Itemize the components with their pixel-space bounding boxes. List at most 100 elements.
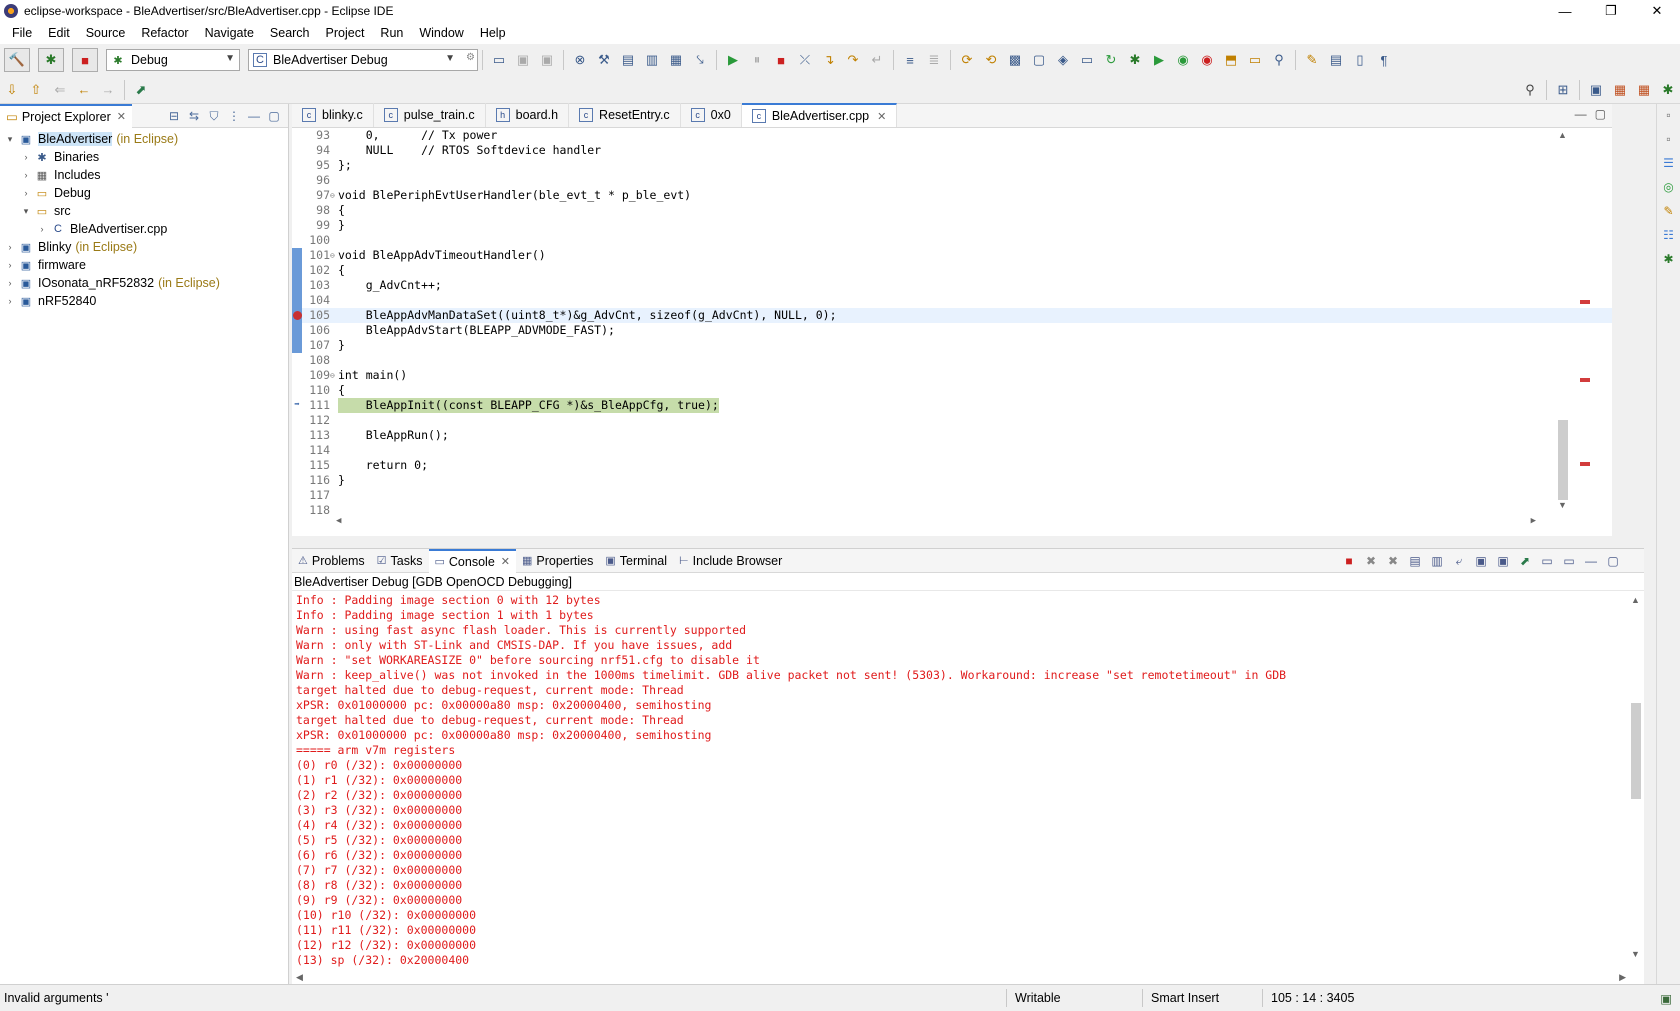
pin-editor-icon[interactable]: ⬈ <box>131 80 151 100</box>
build-target-icon[interactable]: ⚒ <box>594 50 614 70</box>
display-console-icon[interactable]: ▭ <box>1536 551 1558 571</box>
tree-item[interactable]: ▾ ▭ src <box>0 202 288 220</box>
maximize-view-icon[interactable]: ▢ <box>1595 107 1606 121</box>
terminate-icon[interactable]: ■ <box>771 50 791 70</box>
editor-tab[interactable]: c BleAdvertiser.cpp ✕ <box>741 103 898 127</box>
stop-icon[interactable]: ■ <box>72 48 98 72</box>
console-tab-tasks[interactable]: ☑ Tasks <box>371 549 429 573</box>
console-icon[interactable]: ▥ <box>642 50 662 70</box>
collapsed-chevron-icon[interactable]: › <box>20 188 32 198</box>
editor-tab[interactable]: c 0x0 <box>681 103 742 127</box>
suspend-icon[interactable]: ⏸ <box>747 50 767 70</box>
external-tools-icon[interactable]: ◉ <box>1197 50 1217 70</box>
minimize-view-icon[interactable]: — <box>1580 551 1602 571</box>
collapsed-chevron-icon[interactable]: › <box>4 242 16 252</box>
collapsed-chevron-icon[interactable]: › <box>36 224 48 234</box>
disconnect-icon[interactable]: ⤫ <box>795 50 815 70</box>
new-project-icon[interactable]: ▢ <box>1029 50 1049 70</box>
pilcrow-icon[interactable]: ¶ <box>1374 50 1394 70</box>
maximize-view-icon[interactable]: ▢ <box>1602 551 1624 571</box>
debug-perspective-icon[interactable]: ✱ <box>1658 80 1678 100</box>
error-marker[interactable] <box>1580 378 1590 382</box>
step-over-icon[interactable]: ↷ <box>843 50 863 70</box>
launch-configuration-combo[interactable]: C BleAdvertiser Debug ▼ ⚙ <box>248 49 478 71</box>
fold-icon[interactable]: ⊖ <box>330 248 338 263</box>
scroll-right-icon[interactable]: ▶ <box>1619 972 1626 984</box>
editor-tab[interactable]: c ResetEntry.c <box>569 103 681 127</box>
mark-occurrences-icon[interactable]: ✎ <box>1302 50 1322 70</box>
collapsed-chevron-icon[interactable]: › <box>4 278 16 288</box>
fold-icon[interactable]: ⊖ <box>330 368 338 383</box>
debug-run-icon[interactable]: ✱ <box>1125 50 1145 70</box>
scroll-left-icon[interactable]: ◀ <box>336 516 341 528</box>
expanded-chevron-icon[interactable]: ▾ <box>20 206 32 217</box>
memory-icon[interactable]: ▦ <box>666 50 686 70</box>
show-whitespace-icon[interactable]: ▯ <box>1350 50 1370 70</box>
error-marker[interactable] <box>1580 462 1590 466</box>
run-icon[interactable]: ▶ <box>1149 50 1169 70</box>
back-icon[interactable]: ← <box>74 80 94 100</box>
refresh-icon[interactable]: ⟳ <box>957 50 977 70</box>
terminate-icon[interactable]: ■ <box>1338 551 1360 571</box>
maximize-button[interactable]: ❐ <box>1588 0 1634 22</box>
search-icon[interactable]: ⚲ <box>1269 50 1289 70</box>
connect-icon[interactable]: ⊗ <box>570 50 590 70</box>
resume-icon[interactable]: ▶ <box>723 50 743 70</box>
collapsed-chevron-icon[interactable]: › <box>20 152 32 162</box>
show-stdout-icon[interactable]: ▣ <box>1470 551 1492 571</box>
menu-run[interactable]: Run <box>372 26 411 40</box>
close-icon[interactable]: ✕ <box>877 110 886 123</box>
outline-icon[interactable]: ☰ <box>1659 156 1679 176</box>
scrollbar-thumb[interactable] <box>1558 420 1568 500</box>
restore-icon[interactable]: ▫ <box>1659 132 1679 152</box>
tree-item[interactable]: › ▣ nRF52840 <box>0 292 288 310</box>
instruction-stepping-icon[interactable]: ≡ <box>900 50 920 70</box>
menu-navigate[interactable]: Navigate <box>197 26 262 40</box>
console-vertical-scrollbar[interactable]: ▲ ▼ <box>1628 593 1644 973</box>
minimize-view-icon[interactable]: — <box>244 106 264 126</box>
pin-console-icon[interactable]: ⬈ <box>1514 551 1536 571</box>
save-all-icon[interactable]: ▣ <box>537 50 557 70</box>
scroll-up-icon[interactable]: ▲ <box>1631 595 1640 605</box>
new-class-icon[interactable]: ◈ <box>1053 50 1073 70</box>
registers-icon[interactable]: ☷ <box>1659 228 1679 248</box>
collapsed-chevron-icon[interactable]: › <box>4 296 16 306</box>
minimize-view-icon[interactable]: — <box>1575 107 1587 121</box>
open-console-icon[interactable]: ▭ <box>1558 551 1580 571</box>
console-tab-terminal[interactable]: ▣ Terminal <box>599 549 673 573</box>
step-into-icon[interactable]: ↴ <box>819 50 839 70</box>
open-type-icon[interactable]: ⬒ <box>1221 50 1241 70</box>
menu-window[interactable]: Window <box>411 26 471 40</box>
editor-tab[interactable]: c pulse_train.c <box>374 103 486 127</box>
show-stderr-icon[interactable]: ▣ <box>1492 551 1514 571</box>
console-tab-problems[interactable]: ⚠ Problems <box>292 549 371 573</box>
collapse-all-icon[interactable]: ⊟ <box>164 106 184 126</box>
scroll-left-icon[interactable]: ◀ <box>296 972 303 984</box>
code-editor[interactable]: 93 0, // Tx power 94 NULL // RTOS Softdev… <box>292 128 1612 528</box>
clear-console-icon[interactable]: ▤ <box>1404 551 1426 571</box>
tree-item[interactable]: › ▣ Blinky (in Eclipse) <box>0 238 288 256</box>
skip-breakpoints-icon[interactable]: ⤥ <box>690 50 710 70</box>
target-icon[interactable]: ◎ <box>1659 180 1679 200</box>
open-perspective-icon[interactable]: ⊞ <box>1553 80 1573 100</box>
menu-search[interactable]: Search <box>262 26 318 40</box>
scrollbar-thumb[interactable] <box>1631 703 1641 799</box>
debug-bug-icon[interactable]: ✱ <box>38 48 64 72</box>
search-refresh-icon[interactable]: ↻ <box>1101 50 1121 70</box>
save-icon[interactable]: ▣ <box>513 50 533 70</box>
coverage-icon[interactable]: ◉ <box>1173 50 1193 70</box>
menu-help[interactable]: Help <box>472 26 514 40</box>
scroll-down-icon[interactable]: ▼ <box>1558 500 1567 510</box>
tree-item[interactable]: › ▣ IOsonata_nRF52832 (in Eclipse) <box>0 274 288 292</box>
cursor-position-status[interactable]: 105 : 14 : 3405 <box>1262 989 1392 1007</box>
tree-item[interactable]: ▾ ▣ BleAdvertiser (in Eclipse) <box>0 130 288 148</box>
new-file-icon[interactable]: ▭ <box>1077 50 1097 70</box>
scroll-up-icon[interactable]: ▲ <box>1558 130 1567 140</box>
link-with-editor-icon[interactable]: ⇆ <box>184 106 204 126</box>
team-perspective-icon[interactable]: ▦ <box>1634 80 1654 100</box>
menu-project[interactable]: Project <box>318 26 373 40</box>
overview-ruler[interactable] <box>1580 134 1590 514</box>
editor-horizontal-scrollbar[interactable]: ◀ ▶ <box>336 516 1536 528</box>
tree-item[interactable]: › C BleAdvertiser.cpp <box>0 220 288 238</box>
tab-project-explorer[interactable]: ▭ Project Explorer ✕ <box>0 103 132 128</box>
